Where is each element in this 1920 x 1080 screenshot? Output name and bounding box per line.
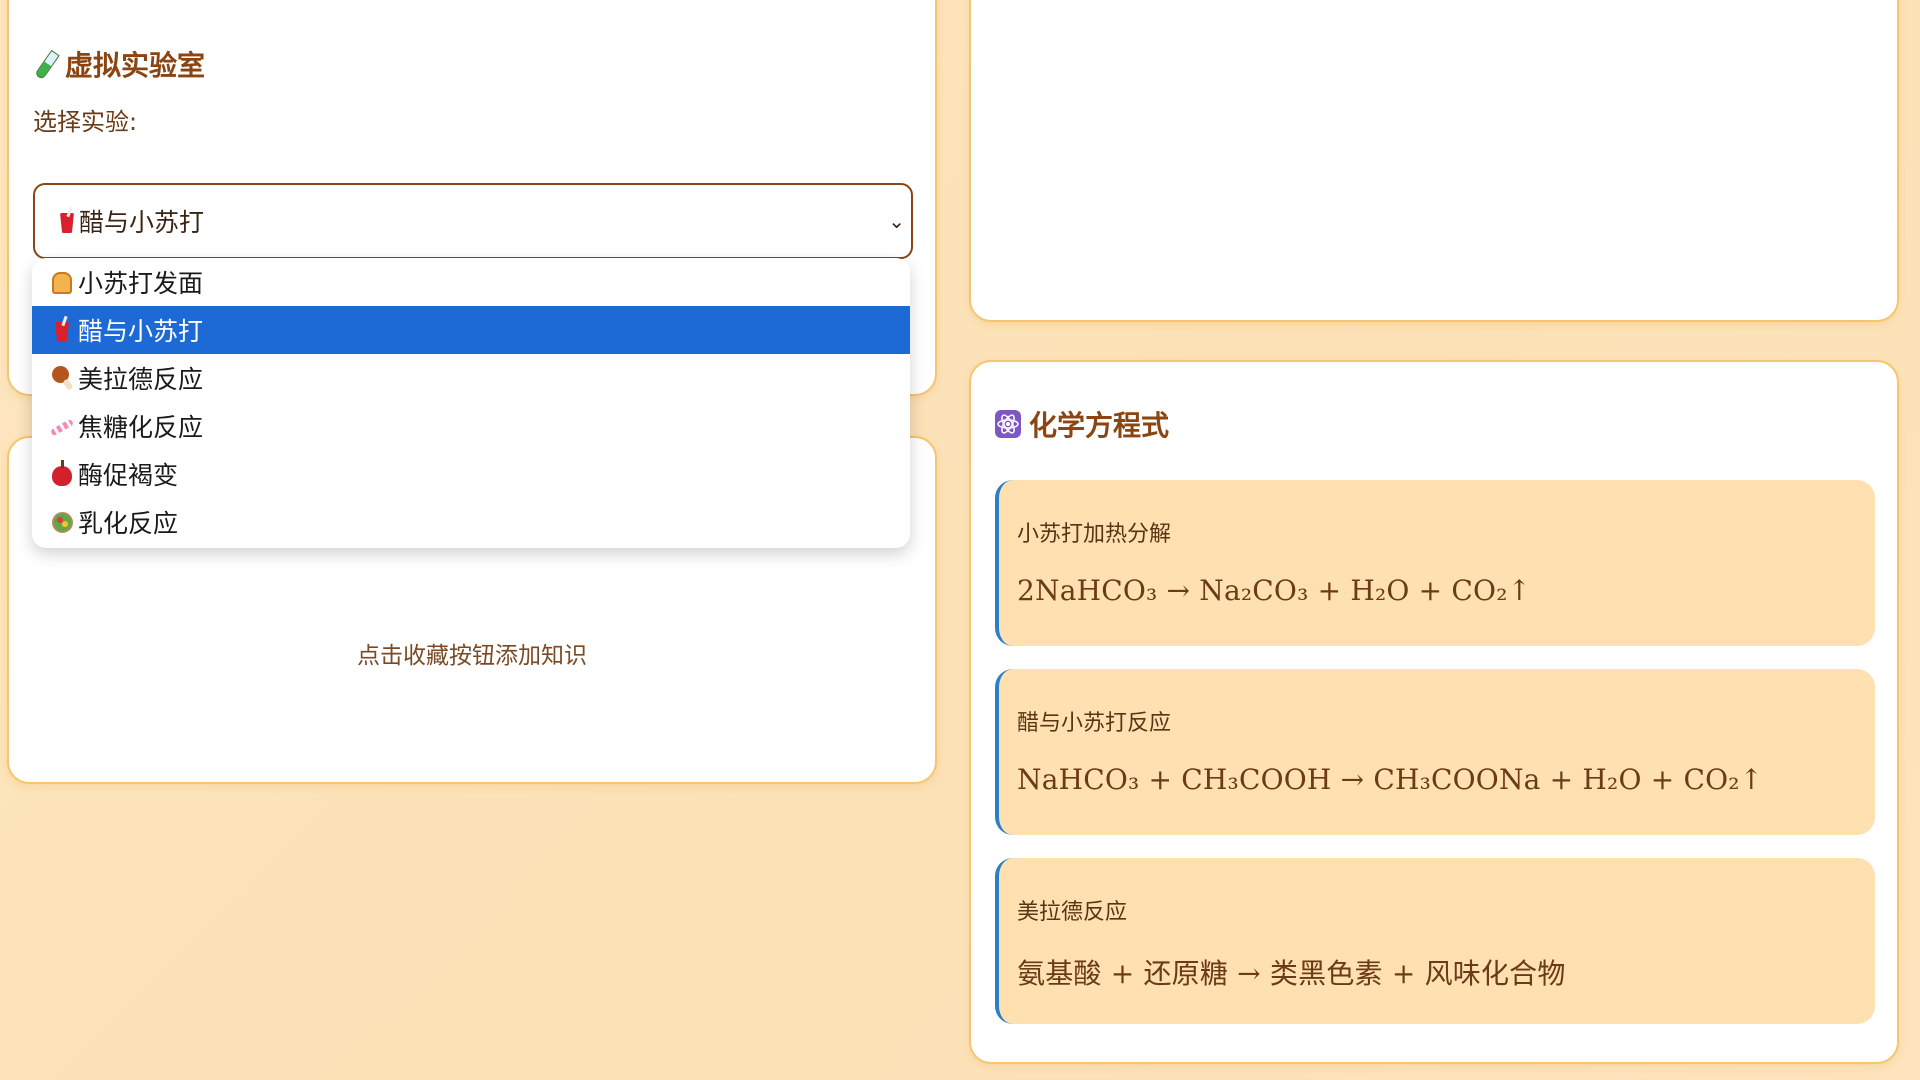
equation-item: 美拉德反应 氨基酸 + 还原糖 → 类黑色素 + 风味化合物 — [995, 858, 1875, 1024]
experiment-dropdown-list: 小苏打发面 醋与小苏打 美拉德反应 焦糖化反应 酶促褐变 乳化反应 — [32, 258, 910, 548]
experiment-select-label: 选择实验: — [33, 108, 138, 136]
equation-formula: 2NaHCO₃ → Na₂CO₃ + H₂O + CO₂↑ — [1017, 574, 1532, 607]
bread-icon — [50, 268, 74, 296]
apple-icon — [50, 460, 74, 488]
equation-name: 小苏打加热分解 — [1017, 522, 1172, 547]
lab-title-text: 虚拟实验室 — [65, 49, 206, 82]
option-maillard-reaction[interactable]: 美拉德反应 — [32, 354, 910, 402]
experiment-select[interactable]: 醋与小苏打 ⌄ — [33, 183, 913, 259]
equation-item: 醋与小苏打反应 NaHCO₃ + CH₃COOH → CH₃COONa + H₂… — [995, 669, 1875, 835]
top-right-card — [969, 0, 1899, 322]
cup-icon — [55, 207, 79, 235]
meat-icon — [50, 364, 74, 392]
salad-icon — [50, 508, 74, 536]
lab-title: 虚拟实验室 — [33, 44, 205, 84]
equation-formula: NaHCO₃ + CH₃COOH → CH₃COONa + H₂O + CO₂↑ — [1017, 763, 1764, 796]
atom-icon — [995, 410, 1021, 438]
equation-item: 小苏打加热分解 2NaHCO₃ → Na₂CO₃ + H₂O + CO₂↑ — [995, 480, 1875, 646]
option-caramelization[interactable]: 焦糖化反应 — [32, 402, 910, 450]
equations-card: 化学方程式 小苏打加热分解 2NaHCO₃ → Na₂CO₃ + H₂O + C… — [969, 360, 1899, 1064]
chevron-down-icon: ⌄ — [888, 209, 905, 233]
favorites-empty-text: 点击收藏按钮添加知识 — [357, 643, 587, 669]
cup-icon — [50, 316, 74, 344]
option-vinegar-baking-soda[interactable]: 醋与小苏打 — [32, 306, 910, 354]
equation-formula: 氨基酸 + 还原糖 → 类黑色素 + 风味化合物 — [1017, 957, 1566, 990]
equations-title: 化学方程式 — [995, 404, 1169, 444]
option-enzymatic-browning[interactable]: 酶促褐变 — [32, 450, 910, 498]
experiment-select-value: 醋与小苏打 — [79, 208, 205, 237]
candy-icon — [50, 412, 74, 440]
equation-name: 醋与小苏打反应 — [1017, 711, 1172, 736]
test-tube-icon — [33, 50, 57, 78]
option-baking-soda-dough[interactable]: 小苏打发面 — [32, 258, 910, 306]
equation-name: 美拉德反应 — [1017, 900, 1128, 925]
option-emulsification[interactable]: 乳化反应 — [32, 498, 910, 546]
equations-title-text: 化学方程式 — [1029, 409, 1170, 442]
